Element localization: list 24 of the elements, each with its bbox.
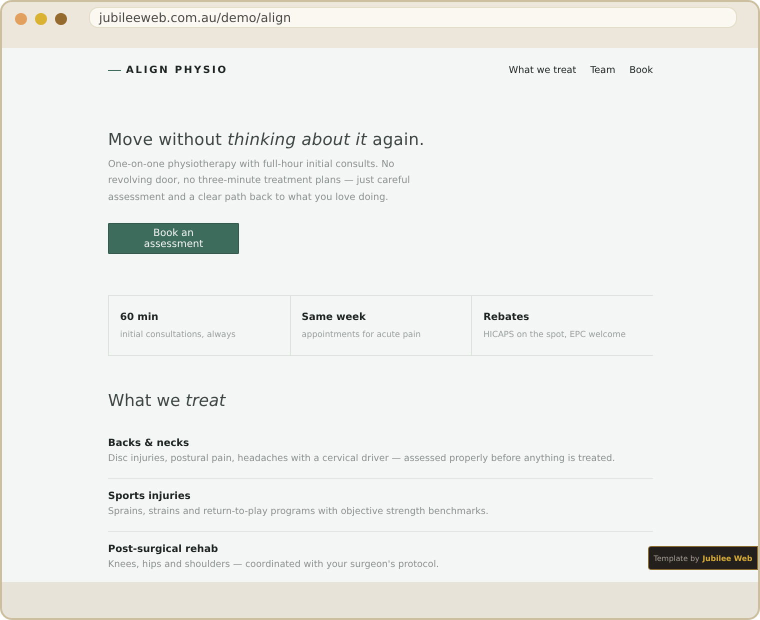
treatment-title: Post-surgical rehab xyxy=(108,544,219,556)
nav-link[interactable]: What we treat xyxy=(508,64,576,76)
nav-link[interactable]: Team xyxy=(590,64,616,76)
treatment-title: Backs & necks xyxy=(108,438,190,450)
stat-caption: initial consultations, always xyxy=(120,329,237,340)
stat-value: Rebates xyxy=(483,312,530,324)
stat-value: Same week xyxy=(302,312,367,324)
book-button[interactable]: Book an assessment xyxy=(108,223,239,254)
address-bar[interactable]: jubileeweb.com.au/demo/align xyxy=(89,7,737,28)
stat-caption: HICAPS on the spot, EPC welcome xyxy=(483,329,627,340)
site-logo[interactable]: ALIGN PHYSIO xyxy=(126,64,228,76)
treatment-description: Disc injuries, postural pain, headaches with a cervical driver — assessed properly before anything is treated. xyxy=(108,453,616,466)
hero-text: One-on-one physiotherapy with full-hour initial consults. No revolving door, no three-minute treatment plans — just careful assessment and a clear path back to what you love doing. xyxy=(108,158,412,205)
treatment-description: Sprains, strains and return-to-play programs with objective strength benchmarks. xyxy=(108,506,490,518)
stat-caption: appointments for acute pain xyxy=(302,329,422,340)
minimize-dot-icon[interactable] xyxy=(35,13,47,25)
treatment-title: Sports injuries xyxy=(108,491,192,502)
treatment-description: Knees, hips and shoulders — coordinated with your surgeon's protocol. xyxy=(108,559,440,572)
hero-heading: Move without thinking about it again. xyxy=(108,130,426,149)
close-dot-icon[interactable] xyxy=(15,13,27,25)
section-heading: What we treat xyxy=(108,391,227,410)
maximize-dot-icon[interactable] xyxy=(55,13,67,25)
stat-value: 60 min xyxy=(120,312,160,324)
nav-link[interactable]: Book xyxy=(629,64,653,76)
